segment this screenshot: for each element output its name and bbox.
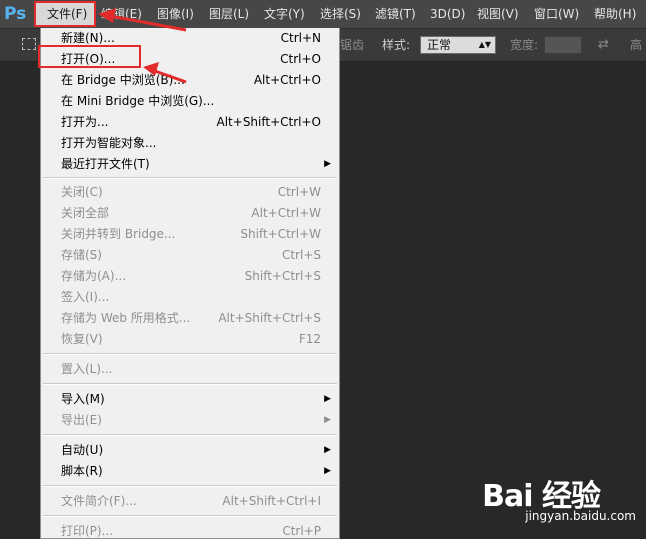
chevron-updown-icon: ▲▼: [478, 40, 491, 49]
file-menu-item-check-in[interactable]: 签入(I)...: [41, 287, 339, 308]
file-menu-item-save-for-web[interactable]: 存储为 Web 所用格式... Alt+Shift+Ctrl+S: [41, 308, 339, 329]
file-menu-item-browse-bridge[interactable]: 在 Bridge 中浏览(B)... Alt+Ctrl+O: [41, 70, 339, 91]
watermark-url: jingyan.baidu.com: [525, 509, 636, 523]
file-menu-dropdown: 新建(N)... Ctrl+N 打开(O)... Ctrl+O 在 Bridge 中…: [40, 28, 340, 539]
file-menu-item-label: 最近打开文件(T): [61, 157, 150, 171]
file-menu-item-label: 关闭全部: [61, 206, 110, 220]
file-menu-item-shortcut: Shift+Ctrl+W: [240, 227, 321, 241]
file-menu-item-shortcut: F12: [298, 332, 321, 346]
menu-separator: [43, 383, 337, 385]
width-input[interactable]: [544, 36, 582, 54]
file-menu-item-label: 打开为...: [61, 115, 109, 129]
menu-image[interactable]: 图像(I): [157, 0, 194, 28]
file-menu-item-shortcut: Ctrl+N: [280, 31, 321, 45]
file-menu-item-label: 关闭并转到 Bridge...: [61, 227, 176, 241]
menu-separator: [43, 177, 337, 179]
menu-type[interactable]: 文字(Y): [264, 0, 305, 28]
file-menu-item-save-as[interactable]: 存储为(A)... Shift+Ctrl+S: [41, 266, 339, 287]
submenu-arrow-icon: ▶: [324, 159, 331, 169]
style-label: 样式:: [382, 38, 411, 52]
file-menu-item-close-all[interactable]: 关闭全部 Alt+Ctrl+W: [41, 203, 339, 224]
submenu-arrow-icon: ▶: [324, 394, 331, 404]
file-menu-item-shortcut: Ctrl+W: [277, 185, 321, 199]
file-menu-item-label: 打印(P)...: [61, 524, 114, 538]
style-select[interactable]: 正常 ▲▼: [420, 36, 496, 54]
file-menu-item-label: 签入(I)...: [61, 290, 110, 304]
file-menu-item-shortcut: Shift+Ctrl+S: [244, 269, 321, 283]
rect-marquee-icon[interactable]: [22, 38, 36, 50]
file-menu-item-label: 存储为 Web 所用格式...: [61, 311, 191, 325]
file-menu-item-recent[interactable]: 最近打开文件(T) ▶: [41, 154, 339, 175]
file-menu-item-place[interactable]: 置入(L)...: [41, 359, 339, 380]
file-menu-item-shortcut: Ctrl+O: [280, 52, 321, 66]
file-menu-item-shortcut: Ctrl+P: [282, 524, 321, 538]
submenu-arrow-icon: ▶: [324, 415, 331, 425]
file-menu-item-shortcut: Alt+Shift+Ctrl+O: [216, 115, 321, 129]
file-menu-item-shortcut: Alt+Shift+Ctrl+S: [218, 311, 321, 325]
options-faded-text: 锯齿: [340, 38, 365, 52]
file-menu-item-open-smart-object[interactable]: 打开为智能对象...: [41, 133, 339, 154]
menu-help[interactable]: 帮助(H): [594, 0, 636, 28]
file-menu-item-label: 导出(E): [61, 413, 102, 427]
menu-separator: [43, 485, 337, 487]
file-menu-item-label: 恢复(V): [61, 332, 103, 346]
swap-icon[interactable]: ⇄: [598, 29, 609, 61]
file-menu-item-automate[interactable]: 自动(U) ▶: [41, 440, 339, 461]
file-menu-item-label: 在 Mini Bridge 中浏览(G)...: [61, 94, 215, 108]
width-label: 宽度:: [510, 38, 539, 52]
menu-separator: [43, 434, 337, 436]
file-menu-item-label: 导入(M): [61, 392, 105, 406]
baidu-watermark: Bai 经验 jingyan.baidu.com: [480, 471, 640, 531]
file-menu-item-shortcut: Alt+Ctrl+W: [251, 206, 321, 220]
file-menu-item-shortcut: Alt+Ctrl+O: [253, 73, 321, 87]
file-menu-item-label: 自动(U): [61, 443, 104, 457]
file-menu-item-print[interactable]: 打印(P)... Ctrl+P: [41, 521, 339, 538]
menu-layer[interactable]: 图层(L): [209, 0, 249, 28]
menu-edit[interactable]: 编辑(E): [101, 0, 142, 28]
menu-window[interactable]: 窗口(W): [534, 0, 579, 28]
file-menu-item-label: 在 Bridge 中浏览(B)...: [61, 73, 185, 87]
file-menu-item-label: 存储(S): [61, 248, 102, 262]
file-menu-item-label: 脚本(R): [61, 464, 103, 478]
file-menu-item-import[interactable]: 导入(M) ▶: [41, 389, 339, 410]
menu-3d[interactable]: 3D(D): [430, 0, 465, 28]
menu-bar: Ps 文件(F) 编辑(E) 图像(I) 图层(L) 文字(Y) 选择(S) 滤…: [0, 0, 646, 29]
file-menu-item-label: 文件简介(F)...: [61, 494, 137, 508]
file-menu-item-open-as[interactable]: 打开为... Alt+Shift+Ctrl+O: [41, 112, 339, 133]
file-menu-item-file-info[interactable]: 文件简介(F)... Alt+Shift+Ctrl+I: [41, 491, 339, 512]
file-menu-item-label: 置入(L)...: [61, 362, 113, 376]
style-select-value: 正常: [427, 38, 452, 52]
menu-separator: [43, 353, 337, 355]
file-menu-item-label: 打开为智能对象...: [61, 136, 157, 150]
annotation-box-open-item: [38, 45, 141, 68]
file-menu-item-label: 存储为(A)...: [61, 269, 127, 283]
file-menu-item-scripts[interactable]: 脚本(R) ▶: [41, 461, 339, 482]
file-menu-item-close[interactable]: 关闭(C) Ctrl+W: [41, 182, 339, 203]
file-menu-item-close-go-bridge[interactable]: 关闭并转到 Bridge... Shift+Ctrl+W: [41, 224, 339, 245]
file-menu-item-export[interactable]: 导出(E) ▶: [41, 410, 339, 431]
submenu-arrow-icon: ▶: [324, 445, 331, 455]
file-menu-item-revert[interactable]: 恢复(V) F12: [41, 329, 339, 350]
file-menu-item-shortcut: Alt+Shift+Ctrl+I: [222, 494, 321, 508]
annotation-box-file-menu: [34, 1, 96, 27]
menu-filter[interactable]: 滤镜(T): [375, 0, 416, 28]
menu-select[interactable]: 选择(S): [320, 0, 361, 28]
file-menu-item-label: 关闭(C): [61, 185, 103, 199]
file-menu-item-save[interactable]: 存储(S) Ctrl+S: [41, 245, 339, 266]
file-menu-item-shortcut: Ctrl+S: [281, 248, 321, 262]
menu-separator: [43, 515, 337, 517]
menu-view[interactable]: 视图(V): [477, 0, 519, 28]
height-label: 高: [630, 38, 643, 52]
submenu-arrow-icon: ▶: [324, 466, 331, 476]
file-menu-item-browse-mini-bridge[interactable]: 在 Mini Bridge 中浏览(G)...: [41, 91, 339, 112]
photoshop-logo: Ps: [4, 4, 27, 24]
